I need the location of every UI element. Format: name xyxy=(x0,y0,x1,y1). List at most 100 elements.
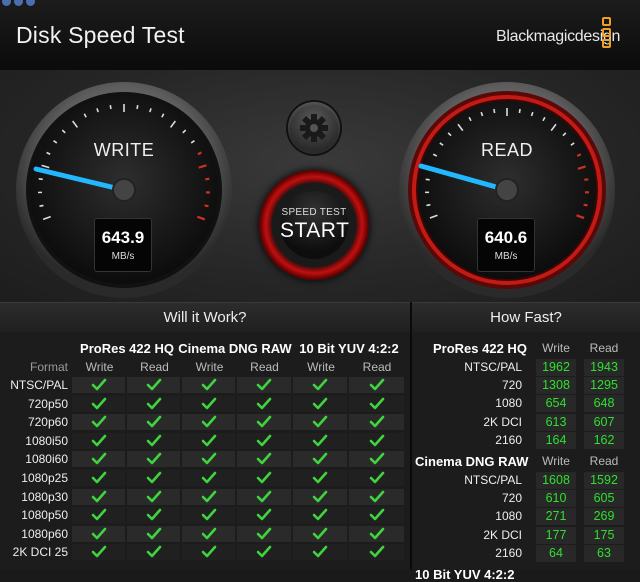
how-fast-panel: ProRes 422 HQWriteReadNTSC/PAL1962194372… xyxy=(412,332,640,570)
speed-row-label: 1080 xyxy=(412,396,522,410)
format-cell xyxy=(72,544,125,560)
checkmark-icon xyxy=(369,378,385,392)
checkmark-icon xyxy=(369,490,385,504)
speed-row-label: 1080 xyxy=(412,509,522,523)
read-speed-cell: 63 xyxy=(584,545,624,562)
format-cell xyxy=(182,489,235,505)
checkmark-icon xyxy=(369,452,385,466)
checkmark-icon xyxy=(256,378,272,392)
format-row-label: 1080p60 xyxy=(0,527,68,541)
format-cell xyxy=(182,433,235,449)
write-speed-cell: 654 xyxy=(536,395,576,412)
format-cell xyxy=(293,470,347,486)
read-column-header: Read xyxy=(584,454,624,468)
checkmark-icon xyxy=(91,415,107,429)
format-cell xyxy=(72,526,125,542)
checkmark-icon xyxy=(146,452,162,466)
read-speed-value: 640.6 xyxy=(478,228,534,248)
format-cell xyxy=(127,507,180,523)
will-it-work-header: Will it Work? xyxy=(0,302,410,333)
format-cell xyxy=(293,433,347,449)
checkmark-icon xyxy=(369,527,385,541)
checkmark-icon xyxy=(312,452,328,466)
format-cell xyxy=(237,414,291,430)
checkmark-icon xyxy=(146,434,162,448)
window-control-dot[interactable] xyxy=(2,0,11,6)
checkmark-icon xyxy=(91,397,107,411)
window-control-dot[interactable] xyxy=(26,0,35,6)
write-speed-cell: 610 xyxy=(536,490,576,507)
format-row-label: 1080i60 xyxy=(0,452,68,466)
how-fast-header: How Fast? xyxy=(412,302,640,333)
format-cell xyxy=(293,414,347,430)
checkmark-icon xyxy=(256,434,272,448)
speed-row-label: 2160 xyxy=(412,546,522,560)
sub-header: Write xyxy=(72,360,127,374)
format-row-label: 1080p50 xyxy=(0,508,68,522)
format-cell xyxy=(72,396,125,412)
start-speed-test-button[interactable]: SPEED TEST START xyxy=(259,170,369,280)
format-cell xyxy=(349,433,404,449)
format-cell xyxy=(127,377,180,393)
format-cell xyxy=(293,377,347,393)
write-readout: 643.9 MB/s xyxy=(94,218,152,272)
format-cell xyxy=(293,451,347,467)
format-cell xyxy=(72,489,125,505)
format-cell xyxy=(127,451,180,467)
read-speed-cell: 607 xyxy=(584,414,624,431)
sub-header: Write xyxy=(293,360,349,374)
checkmark-icon xyxy=(201,452,217,466)
group-header: Cinema DNG RAW xyxy=(177,341,293,356)
write-speed-value: 643.9 xyxy=(95,228,151,248)
format-cell xyxy=(182,377,235,393)
read-speed-cell: 162 xyxy=(584,432,624,449)
checkmark-icon xyxy=(91,527,107,541)
checkmark-icon xyxy=(369,397,385,411)
write-gauge-label: WRITE xyxy=(64,140,184,161)
checkmark-icon xyxy=(201,397,217,411)
window-controls[interactable] xyxy=(0,0,40,6)
format-header: Format xyxy=(0,360,68,374)
checkmark-icon xyxy=(312,545,328,559)
window-control-dot[interactable] xyxy=(14,0,23,6)
checkmark-icon xyxy=(369,415,385,429)
settings-button[interactable] xyxy=(288,102,340,154)
checkmark-icon xyxy=(369,434,385,448)
speed-row-label: NTSC/PAL xyxy=(412,360,522,374)
format-cell xyxy=(182,396,235,412)
format-cell xyxy=(127,526,180,542)
group-header: 10 Bit YUV 4:2:2 xyxy=(293,341,405,356)
start-button-sub-label: SPEED TEST xyxy=(280,207,348,218)
checkmark-icon xyxy=(91,434,107,448)
format-cell xyxy=(127,489,180,505)
checkmark-icon xyxy=(201,434,217,448)
format-cell xyxy=(182,414,235,430)
checkmark-icon xyxy=(91,545,107,559)
write-speed-cell: 1308 xyxy=(536,377,576,394)
format-cell xyxy=(293,396,347,412)
read-speed-cell: 269 xyxy=(584,508,624,525)
checkmark-icon xyxy=(256,471,272,485)
speed-row-label: NTSC/PAL xyxy=(412,473,522,487)
write-speed-cell: 64 xyxy=(536,545,576,562)
format-cell xyxy=(237,470,291,486)
checkmark-icon xyxy=(369,471,385,485)
start-button-label: START xyxy=(280,219,348,243)
format-cell xyxy=(293,544,347,560)
format-cell xyxy=(127,414,180,430)
write-gauge: WRITE 643.9 MB/s xyxy=(12,78,236,302)
checkmark-icon xyxy=(256,397,272,411)
format-cell xyxy=(237,489,291,505)
sub-header: Write xyxy=(182,360,237,374)
read-speed-cell: 175 xyxy=(584,527,624,544)
write-speed-cell: 271 xyxy=(536,508,576,525)
checkmark-icon xyxy=(91,490,107,504)
checkmark-icon xyxy=(91,508,107,522)
checkmark-icon xyxy=(312,378,328,392)
checkmark-icon xyxy=(312,508,328,522)
format-row-label: 2K DCI 25 xyxy=(0,545,68,559)
start-button-face[interactable]: SPEED TEST START xyxy=(280,191,348,259)
read-speed-cell: 1295 xyxy=(584,377,624,394)
format-cell xyxy=(237,433,291,449)
format-cell xyxy=(237,507,291,523)
